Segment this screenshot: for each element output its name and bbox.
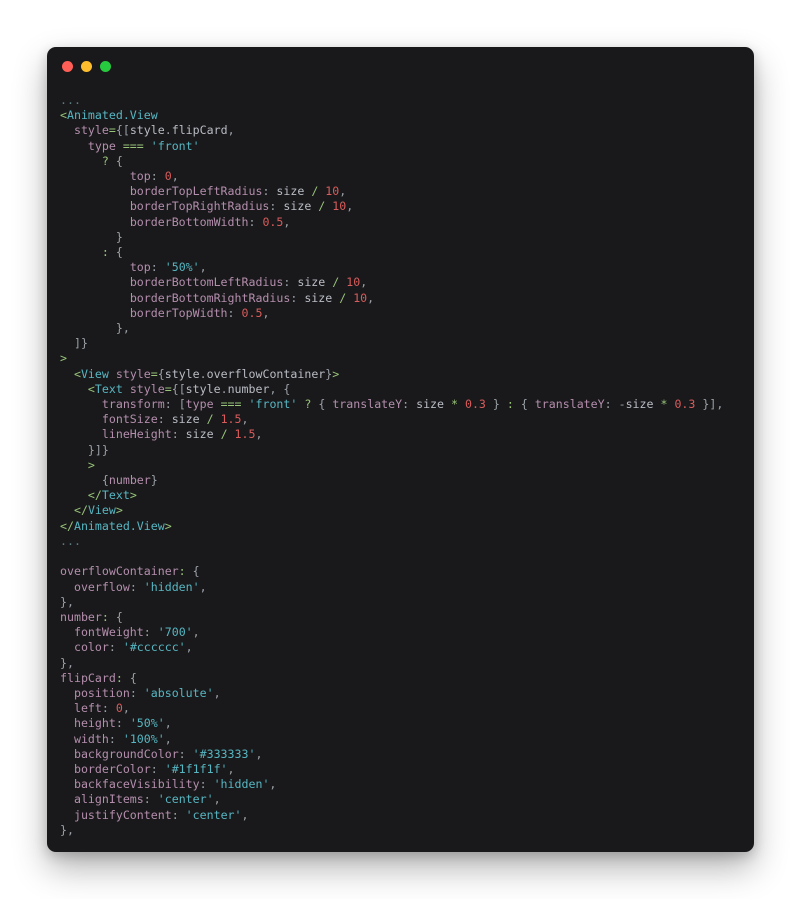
minimize-button[interactable] bbox=[81, 60, 92, 72]
code-block[interactable]: ... <Animated.View style={[style.flipCar… bbox=[60, 93, 754, 838]
page-root: ... <Animated.View style={[style.flipCar… bbox=[0, 0, 800, 899]
code-editor-area[interactable]: ... <Animated.View style={[style.flipCar… bbox=[47, 85, 754, 852]
code-window: ... <Animated.View style={[style.flipCar… bbox=[47, 47, 754, 852]
zoom-button[interactable] bbox=[100, 60, 111, 72]
window-titlebar bbox=[47, 47, 754, 85]
close-button[interactable] bbox=[62, 60, 73, 72]
